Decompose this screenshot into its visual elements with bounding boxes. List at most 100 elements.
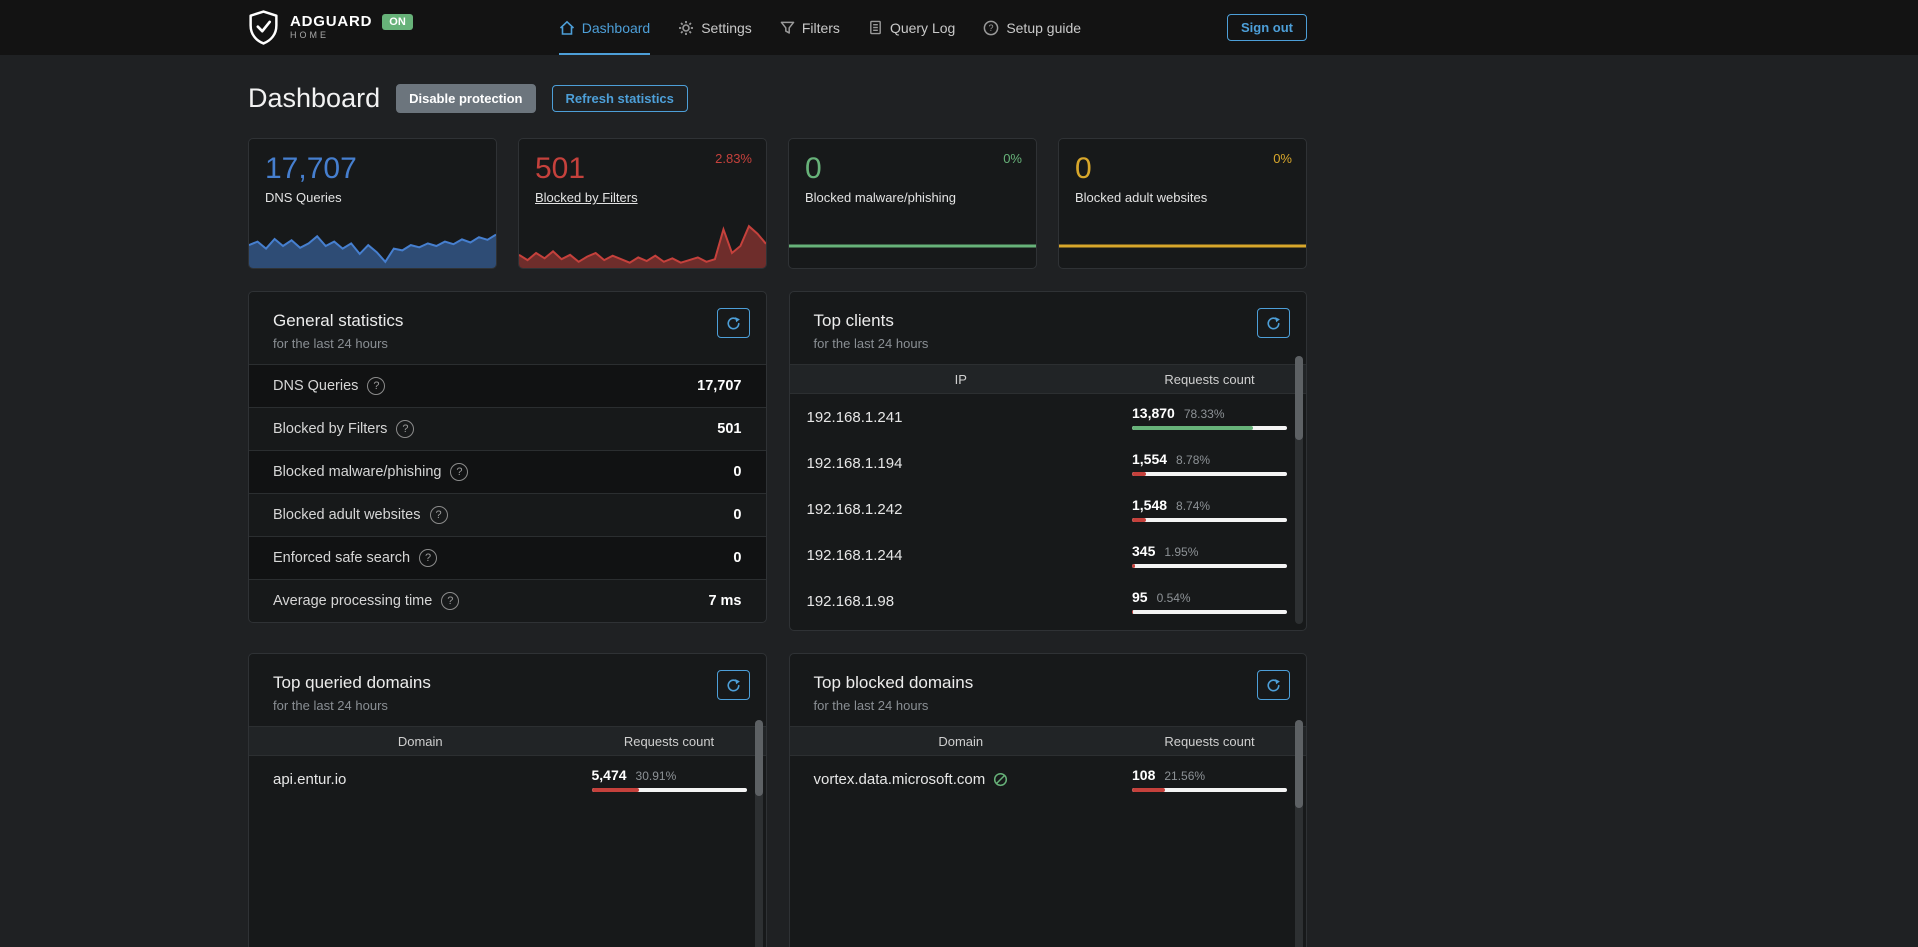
client-ip[interactable]: 192.168.1.244 (807, 547, 903, 564)
blocked-malware-sparkline (789, 220, 1036, 268)
domain-name[interactable]: api.entur.io (273, 771, 346, 788)
help-icon[interactable]: ? (450, 463, 468, 481)
refresh-button[interactable] (1257, 670, 1290, 700)
column-header-domain: Domain (249, 734, 592, 749)
stat-row-label-text: Blocked malware/phishing (273, 464, 441, 480)
card-title: Top clients (814, 311, 1283, 331)
table-header: Domain Requests count (790, 726, 1307, 756)
stat-row-value: 0 (733, 550, 741, 566)
scrollbar[interactable] (1295, 356, 1303, 624)
stat-row-value: 0 (733, 464, 741, 480)
help-icon[interactable]: ? (441, 592, 459, 610)
scrollbar[interactable] (1295, 720, 1303, 947)
top-blocked-domains-card: Top blocked domains for the last 24 hour… (789, 653, 1308, 947)
progress-bar (1132, 564, 1287, 568)
stat-card-blocked-malware: 0% 0 Blocked malware/phishing (788, 138, 1037, 269)
client-ip[interactable]: 192.168.1.98 (807, 593, 895, 610)
brand-subtitle: HOME (290, 31, 413, 41)
stat-label: DNS Queries (265, 190, 480, 205)
scrollbar-thumb[interactable] (755, 720, 763, 796)
adguard-logo[interactable]: ADGUARD ON HOME (248, 0, 413, 55)
refresh-button[interactable] (1257, 308, 1290, 338)
client-row: 192.168.1.194 1,554 8.78% (790, 440, 1307, 486)
client-ip[interactable]: 192.168.1.242 (807, 501, 903, 518)
client-row: 192.168.1.241 13,870 78.33% (790, 394, 1307, 440)
nav-item-settings[interactable]: Settings (678, 0, 752, 55)
protection-status-badge: ON (382, 14, 413, 30)
progress-bar-fill (1132, 472, 1146, 476)
requests-percent: 8.74% (1176, 499, 1210, 513)
refresh-icon (726, 316, 741, 331)
unblock-icon[interactable] (993, 772, 1008, 787)
stat-row-label-text: Average processing time (273, 593, 432, 609)
requests-count: 345 (1132, 543, 1155, 559)
requests-count-cell: 345 1.95% (1132, 543, 1306, 568)
stat-row-label: Blocked malware/phishing ? (273, 463, 468, 481)
top-queried-domains-card: Top queried domains for the last 24 hour… (248, 653, 767, 947)
stat-row-value: 17,707 (697, 378, 741, 394)
stat-value: 0 (1075, 152, 1290, 186)
column-header-domain: Domain (790, 734, 1133, 749)
dashboard-icon (559, 20, 575, 36)
refresh-button[interactable] (717, 308, 750, 338)
sign-out-button[interactable]: Sign out (1227, 14, 1307, 41)
progress-bar (1132, 788, 1287, 792)
stat-cards: 17,707 DNS Queries 2.83% 501 Blocked by … (248, 138, 1307, 269)
stat-percent: 0% (1003, 151, 1022, 166)
requests-count-cell: 1,554 8.78% (1132, 451, 1306, 476)
column-header-requests: Requests count (1132, 734, 1306, 749)
requests-count: 13,870 (1132, 405, 1175, 421)
help-icon[interactable]: ? (430, 506, 448, 524)
stat-value: 0 (805, 152, 1020, 186)
help-icon[interactable]: ? (419, 549, 437, 567)
stats-row: Blocked by Filters ? 501 (249, 407, 766, 450)
progress-bar-fill (1132, 426, 1253, 430)
stat-row-label-text: DNS Queries (273, 378, 358, 394)
nav-item-setup-guide[interactable]: ? Setup guide (983, 0, 1081, 55)
requests-count-cell: 13,870 78.33% (1132, 405, 1306, 430)
requests-count: 95 (1132, 589, 1148, 605)
scrollbar-thumb[interactable] (1295, 720, 1303, 808)
nav-label: Query Log (890, 20, 955, 36)
stat-row-label: Blocked by Filters ? (273, 420, 414, 438)
requests-percent: 30.91% (636, 769, 677, 783)
stats-row: DNS Queries ? 17,707 (249, 364, 766, 407)
column-header-requests: Requests count (1132, 372, 1306, 387)
stat-row-label-text: Enforced safe search (273, 550, 410, 566)
stat-card-blocked-adult: 0% 0 Blocked adult websites (1058, 138, 1307, 269)
shield-logo-icon (248, 10, 279, 45)
requests-percent: 78.33% (1184, 407, 1225, 421)
stat-row-label: Average processing time ? (273, 592, 459, 610)
nav-item-dashboard[interactable]: Dashboard (559, 0, 651, 55)
disable-protection-button[interactable]: Disable protection (396, 84, 535, 113)
progress-bar-fill (1132, 518, 1146, 522)
help-icon[interactable]: ? (396, 420, 414, 438)
stat-row-value: 501 (717, 421, 741, 437)
stat-percent: 2.83% (715, 151, 752, 166)
stat-row-value: 0 (733, 507, 741, 523)
nav-label: Setup guide (1006, 20, 1081, 36)
help-icon[interactable]: ? (367, 377, 385, 395)
client-row: 192.168.1.242 1,548 8.74% (790, 486, 1307, 532)
domain-name[interactable]: vortex.data.microsoft.com (814, 771, 986, 788)
blocked-adult-sparkline (1059, 220, 1306, 268)
refresh-button[interactable] (717, 670, 750, 700)
client-ip[interactable]: 192.168.1.194 (807, 455, 903, 472)
stats-row: Average processing time ? 7 ms (249, 579, 766, 622)
stat-label-link[interactable]: Blocked by Filters (535, 190, 750, 205)
general-statistics-card: General statistics for the last 24 hours… (248, 291, 767, 623)
client-ip[interactable]: 192.168.1.241 (807, 409, 903, 426)
requests-count: 1,554 (1132, 451, 1167, 467)
card-subtitle: for the last 24 hours (273, 336, 742, 351)
stats-row: Enforced safe search ? 0 (249, 536, 766, 579)
requests-count-cell: 1,548 8.74% (1132, 497, 1306, 522)
nav-item-filters[interactable]: Filters (780, 0, 840, 55)
nav-item-query-log[interactable]: Query Log (868, 0, 955, 55)
query-log-icon (868, 20, 883, 35)
stat-row-label-text: Blocked adult websites (273, 507, 421, 523)
scrollbar[interactable] (755, 720, 763, 947)
refresh-statistics-button[interactable]: Refresh statistics (552, 85, 688, 112)
requests-count: 5,474 (592, 767, 627, 783)
scrollbar-thumb[interactable] (1295, 356, 1303, 440)
progress-bar (1132, 426, 1287, 430)
